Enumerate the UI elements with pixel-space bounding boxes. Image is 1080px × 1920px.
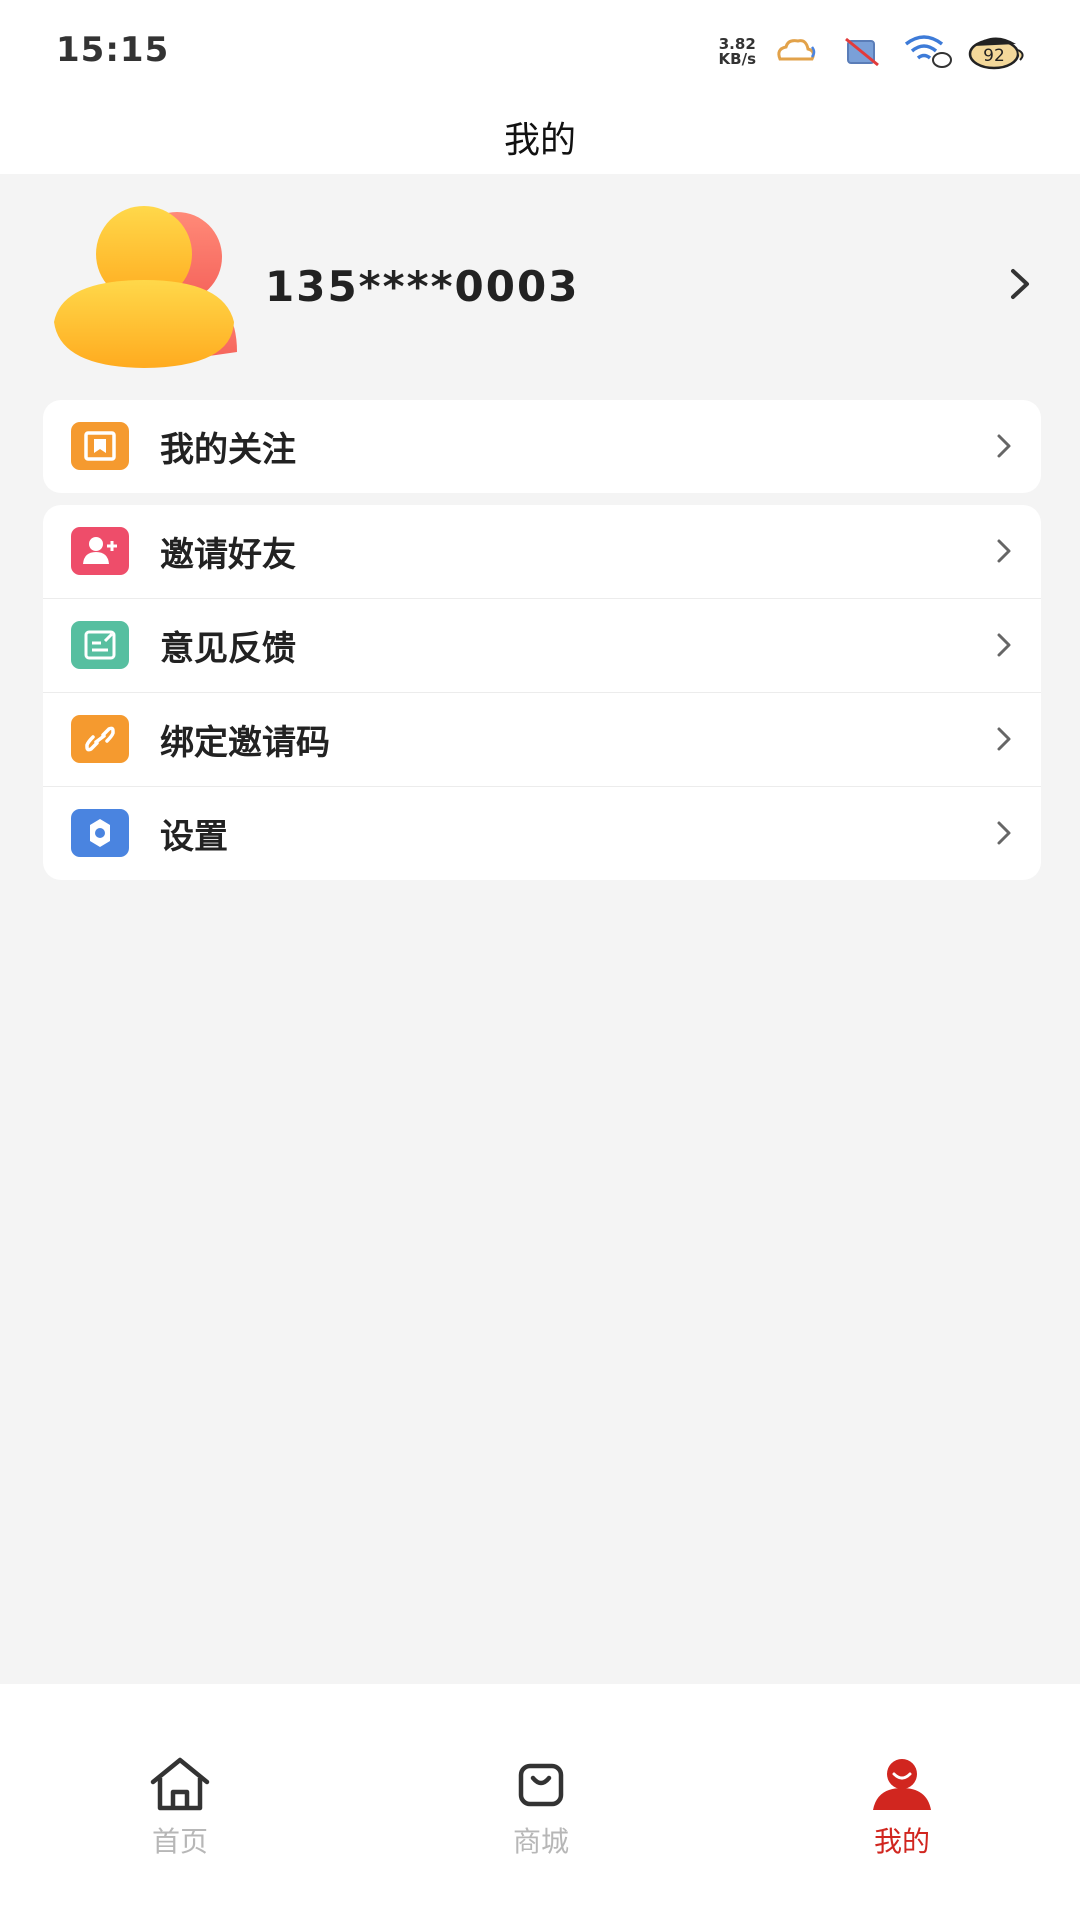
- nav-home[interactable]: 首页: [80, 1754, 280, 1874]
- menu-item-label: 邀请好友: [160, 535, 296, 575]
- nav-label: 首页: [151, 1825, 208, 1858]
- bookmark-icon: [71, 422, 129, 470]
- profile-section[interactable]: 135****0003: [0, 174, 1080, 394]
- nav-mall[interactable]: 商城: [441, 1754, 641, 1874]
- user-phone: 135****0003: [265, 262, 580, 311]
- add-user-icon: [71, 527, 129, 575]
- bottom-navigation: 首页 商城 我的: [0, 1684, 1080, 1920]
- menu-item-my-follow[interactable]: 我的关注: [43, 400, 1041, 493]
- chevron-right-icon: [989, 536, 1019, 566]
- menu-item-feedback[interactable]: 意见反馈: [43, 598, 1041, 692]
- menu-item-settings[interactable]: 设置: [43, 786, 1041, 880]
- menu-item-bind-invite-code[interactable]: 绑定邀请码: [43, 692, 1041, 786]
- menu-item-label: 意见反馈: [160, 629, 296, 669]
- nav-mine[interactable]: 我的: [802, 1754, 1002, 1874]
- network-speed: 3.82 KB/s: [718, 35, 756, 68]
- menu-card-follow: 我的关注: [43, 400, 1041, 493]
- cloud-star-icon: [770, 32, 822, 72]
- menu-item-label: 我的关注: [160, 430, 296, 470]
- battery-icon: 92: [968, 32, 1028, 72]
- chevron-right-icon: [989, 724, 1019, 754]
- sim-off-icon: [836, 32, 888, 72]
- menu-item-label: 设置: [160, 817, 228, 857]
- chevron-right-icon: [989, 431, 1019, 461]
- chevron-right-icon: [989, 818, 1019, 848]
- avatar[interactable]: [52, 202, 242, 372]
- menu-item-label: 绑定邀请码: [160, 723, 330, 763]
- feedback-icon: [71, 621, 129, 669]
- gear-icon: [71, 809, 129, 857]
- status-time: 15:15: [56, 30, 170, 70]
- menu-item-invite-friends[interactable]: 邀请好友: [43, 505, 1041, 598]
- status-icons: 3.82 KB/s 92: [719, 30, 1028, 74]
- svg-text:92: 92: [983, 46, 1005, 66]
- menu-card-main: 邀请好友 意见反馈 绑定邀请码 设置: [43, 505, 1041, 880]
- status-bar: 15:15 3.82 KB/s 92: [0, 0, 1080, 100]
- nav-label: 商城: [512, 1825, 569, 1858]
- home-icon: [150, 1757, 210, 1811]
- chevron-right-icon[interactable]: [1000, 264, 1040, 304]
- page-title: 我的: [503, 120, 576, 161]
- link-icon: [71, 715, 129, 763]
- shopping-bag-icon: [518, 1763, 564, 1807]
- wifi-icon: [902, 32, 954, 72]
- chevron-right-icon: [989, 630, 1019, 660]
- nav-label: 我的: [873, 1825, 930, 1858]
- user-icon: [873, 1759, 931, 1810]
- page-header: 我的: [0, 100, 1080, 174]
